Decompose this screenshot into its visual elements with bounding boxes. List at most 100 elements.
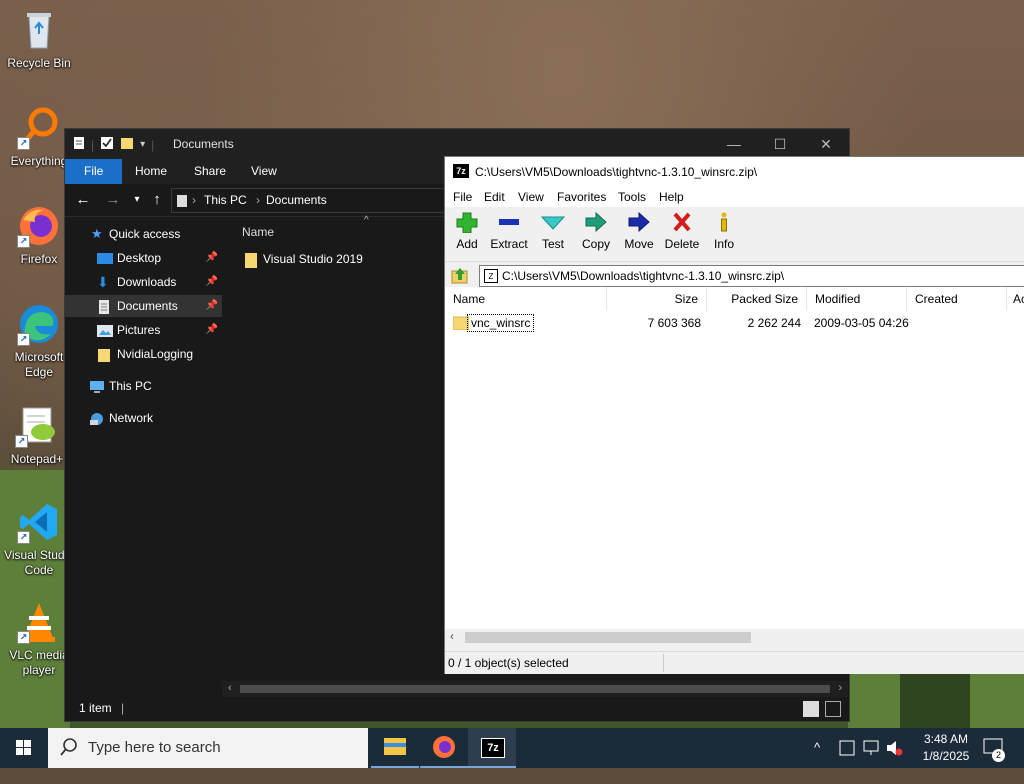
move-button[interactable]: Move	[617, 211, 661, 251]
properties-icon[interactable]	[73, 136, 85, 153]
navigation-pane: ★ Quick access Desktop 📌 ⬇ Downloads 📌 D…	[65, 217, 222, 681]
show-hidden-icons-chevron-icon[interactable]: ^	[814, 728, 820, 768]
sort-ascending-icon: ^	[364, 215, 369, 226]
info-button[interactable]: Info	[702, 211, 746, 251]
archive-path-text: C:\Users\VM5\Downloads\tightvnc-1.3.10_w…	[502, 269, 785, 283]
sidebar-item-nvidialogging[interactable]: NvidiaLogging	[65, 343, 222, 365]
shortcut-arrow-icon: ↗	[17, 137, 30, 150]
add-button[interactable]: Add	[445, 211, 489, 251]
column-header-size[interactable]: Size	[607, 287, 707, 311]
menu-edit[interactable]: Edit	[484, 187, 505, 207]
desktop-icon-label: Notepad+	[10, 452, 64, 466]
quick-access-toolbar: | ▾ |	[73, 136, 154, 153]
breadcrumb-this-pc[interactable]: This PC	[204, 189, 247, 212]
forward-arrow-icon[interactable]: →	[103, 191, 123, 209]
sidebar-item-documents[interactable]: Documents 📌	[65, 295, 222, 317]
menu-view[interactable]: View	[518, 187, 544, 207]
horizontal-scrollbar[interactable]: ‹ ›	[222, 681, 848, 697]
breadcrumb-documents[interactable]: Documents	[266, 189, 327, 212]
scroll-left-arrow-icon[interactable]: ‹	[450, 629, 454, 643]
recent-locations-chevron-icon[interactable]: ▾	[127, 191, 147, 209]
tab-view[interactable]: View	[237, 159, 291, 184]
archive-item-size: 7 603 368	[647, 316, 701, 330]
chevron-down-icon[interactable]: ▾	[140, 139, 145, 150]
sidebar-item-quick-access[interactable]: ★ Quick access	[65, 223, 222, 245]
folder-icon	[97, 347, 113, 362]
network-ethernet-icon[interactable]	[862, 728, 880, 768]
status-separator	[663, 654, 664, 672]
edge-icon: ↗	[17, 302, 61, 346]
minimize-button[interactable]: —	[711, 129, 757, 159]
taskbar-7zip[interactable]: 7z	[468, 728, 516, 768]
toolbar-label: Move	[624, 237, 654, 251]
taskbar-file-explorer[interactable]	[371, 728, 419, 768]
go-up-folder-icon[interactable]	[451, 267, 469, 287]
pin-icon: 📌	[205, 276, 218, 287]
sidebar-item-network[interactable]: Network	[65, 407, 222, 429]
column-header-created[interactable]: Created	[907, 287, 1007, 311]
scroll-right-arrow-icon[interactable]: ›	[838, 682, 842, 694]
tab-home[interactable]: Home	[121, 159, 181, 184]
close-button[interactable]: ✕	[803, 129, 849, 159]
tab-share[interactable]: Share	[180, 159, 240, 184]
sidebar-item-label: Downloads	[117, 275, 177, 289]
sidebar-item-desktop[interactable]: Desktop 📌	[65, 247, 222, 269]
maximize-button[interactable]: ☐	[757, 129, 803, 159]
toolbar-label: Add	[456, 237, 478, 251]
menu-favorites[interactable]: Favorites	[557, 187, 606, 207]
sidebar-item-label: Pictures	[117, 323, 161, 337]
large-icons-view-icon[interactable]	[825, 701, 841, 717]
details-view-icon[interactable]	[803, 701, 819, 717]
system-clock[interactable]: 3:48 AM 1/8/2025	[916, 731, 976, 765]
copy-button[interactable]: Copy	[574, 211, 618, 251]
search-icon	[60, 729, 78, 783]
new-folder-icon[interactable]	[120, 136, 134, 153]
explorer-titlebar[interactable]: | ▾ | Documents — ☐ ✕	[65, 129, 849, 159]
sevenzip-window: 7z C:\Users\VM5\Downloads\tightvnc-1.3.1…	[444, 156, 1024, 674]
column-header-name[interactable]: Name	[445, 287, 607, 311]
up-arrow-icon[interactable]: ↑	[147, 191, 167, 209]
archive-path-input[interactable]: Z C:\Users\VM5\Downloads\tightvnc-1.3.10…	[479, 265, 1024, 287]
menu-help[interactable]: Help	[659, 187, 684, 207]
scroll-left-arrow-icon[interactable]: ‹	[228, 682, 232, 694]
table-row[interactable]: vnc_winsrc 7 603 368 2 262 244 2009-03-0…	[445, 313, 1024, 333]
taskbar-firefox[interactable]	[420, 728, 468, 768]
column-header-accessed[interactable]: Ac	[1007, 287, 1024, 311]
archive-file-list: Name Size Packed Size Modified Created A…	[445, 287, 1024, 643]
back-arrow-icon[interactable]: ←	[73, 191, 93, 209]
windows-logo-icon	[16, 740, 31, 755]
file-explorer-icon	[384, 738, 406, 755]
scrollbar-thumb[interactable]	[465, 632, 751, 643]
toolbar-label: Extract	[490, 237, 528, 251]
extract-button[interactable]: Extract	[487, 211, 531, 251]
notepad-plus-icon: ↗	[15, 404, 59, 448]
sidebar-item-this-pc[interactable]: This PC	[65, 375, 222, 397]
test-button[interactable]: Test	[531, 211, 575, 251]
menu-tools[interactable]: Tools	[618, 187, 646, 207]
archive-item-packed-size: 2 262 244	[747, 316, 801, 330]
delete-button[interactable]: Delete	[660, 211, 704, 251]
checkmark-icon[interactable]	[100, 136, 114, 153]
start-button[interactable]	[0, 728, 48, 768]
column-header-modified[interactable]: Modified	[807, 287, 907, 311]
sidebar-item-pictures[interactable]: Pictures 📌	[65, 319, 222, 341]
sidebar-item-downloads[interactable]: ⬇ Downloads 📌	[65, 271, 222, 293]
column-header-packed-size[interactable]: Packed Size	[707, 287, 807, 311]
toolbar-label: Delete	[664, 237, 700, 251]
volume-muted-icon[interactable]	[885, 728, 903, 768]
tab-file[interactable]: File	[65, 159, 123, 184]
menu-file[interactable]: File	[453, 187, 472, 207]
horizontal-scrollbar[interactable]: ‹	[445, 629, 1024, 646]
sevenzip-titlebar[interactable]: 7z C:\Users\VM5\Downloads\tightvnc-1.3.1…	[445, 157, 1024, 187]
taskbar-search-box[interactable]: Type here to search	[48, 728, 368, 768]
scrollbar-thumb[interactable]	[240, 685, 830, 693]
file-name: Visual Studio 2019	[263, 252, 363, 266]
list-item[interactable]: Visual Studio 2019	[242, 248, 432, 270]
column-header-name[interactable]: Name	[242, 225, 274, 239]
pin-icon: 📌	[205, 324, 218, 335]
desktop-icon-notepad-plus[interactable]: ↗ Notepad+	[0, 404, 74, 467]
tray-app-icon[interactable]	[838, 728, 856, 768]
desktop-icon-recycle-bin[interactable]: Recycle Bin	[2, 8, 76, 71]
notification-center-icon[interactable]: 2	[982, 728, 1006, 768]
status-bar: 1 item |	[65, 697, 848, 720]
